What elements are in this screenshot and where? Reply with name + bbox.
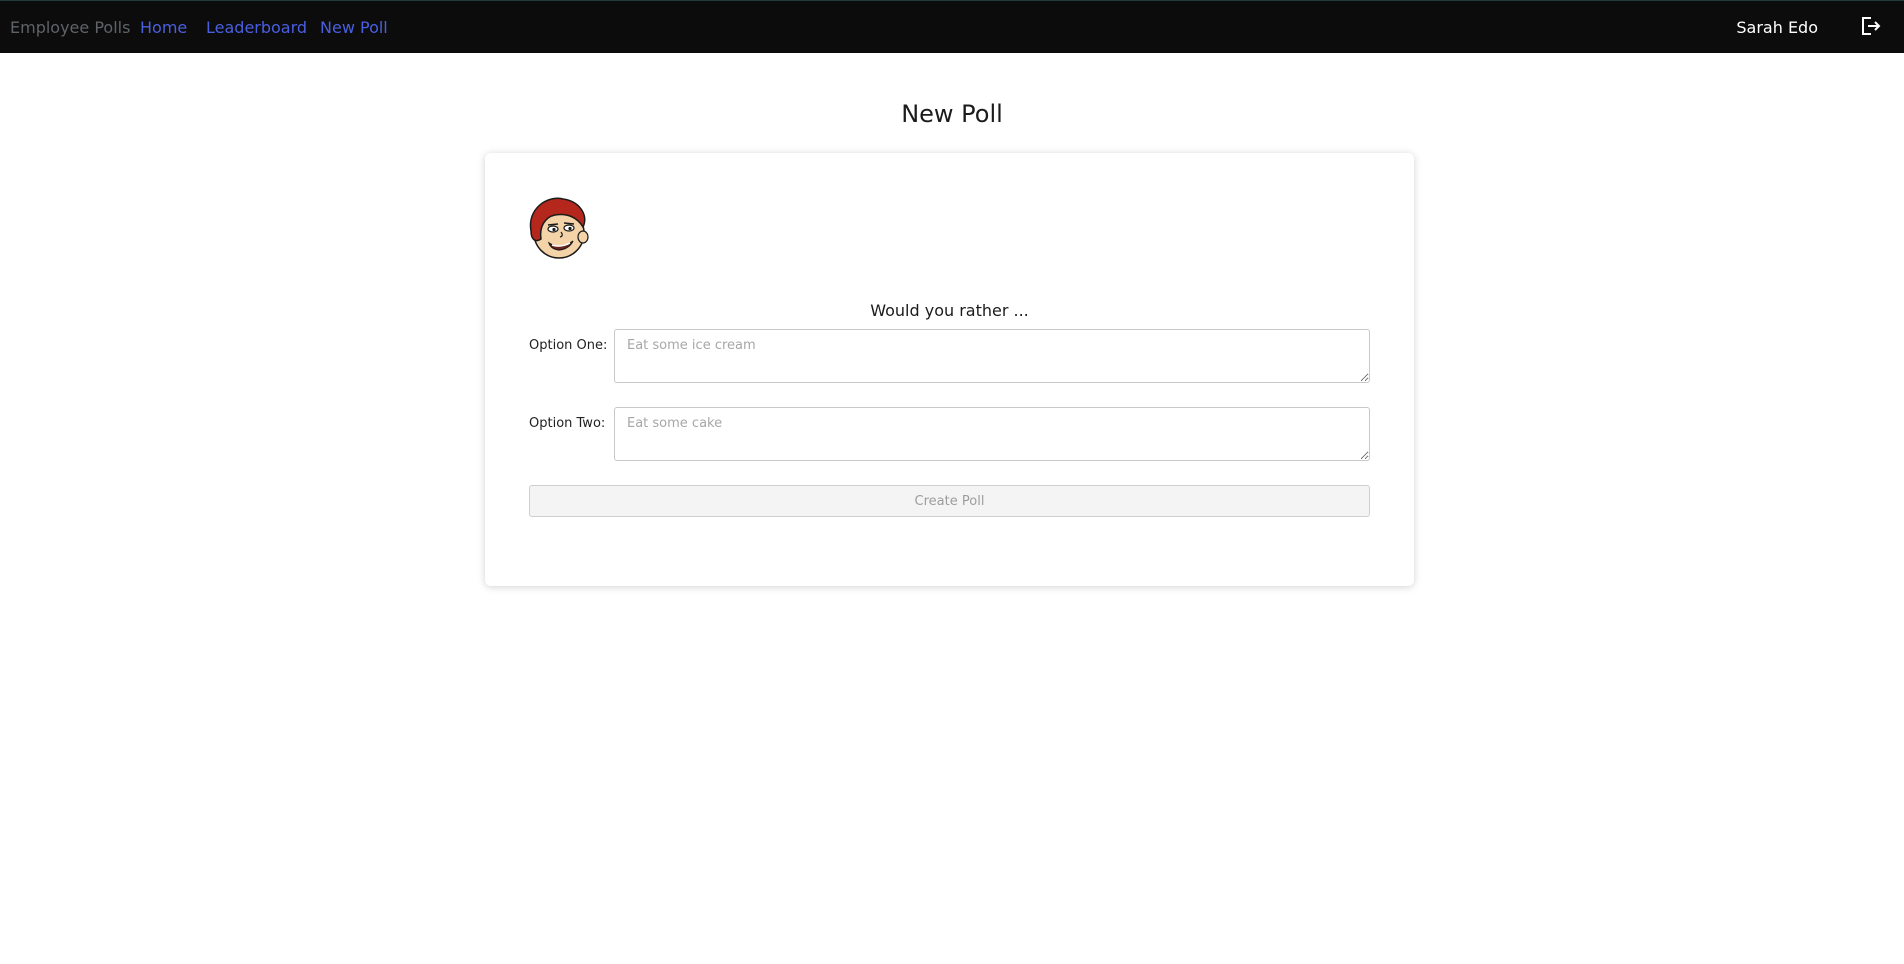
option-one-label: Option One: bbox=[529, 338, 608, 353]
nav-link-new-poll[interactable]: New Poll bbox=[320, 18, 388, 37]
nav-link-leaderboard[interactable]: Leaderboard bbox=[206, 18, 307, 37]
create-poll-button[interactable]: Create Poll bbox=[529, 485, 1370, 517]
option-two-input[interactable] bbox=[614, 407, 1370, 461]
new-poll-card: Would you rather ... Option One: Option … bbox=[485, 153, 1414, 586]
option-one-input[interactable] bbox=[614, 329, 1370, 383]
page-title: New Poll bbox=[901, 100, 1003, 128]
nav-link-home[interactable]: Home bbox=[140, 18, 187, 37]
top-navbar: Employee Polls Home Leaderboard New Poll… bbox=[0, 0, 1904, 53]
poll-question: Would you rather ... bbox=[870, 301, 1029, 320]
avatar bbox=[529, 197, 589, 259]
option-two-label: Option Two: bbox=[529, 416, 606, 431]
brand-link[interactable]: Employee Polls bbox=[10, 18, 130, 37]
logout-icon[interactable] bbox=[1860, 15, 1882, 37]
current-user-name: Sarah Edo bbox=[1736, 18, 1818, 37]
